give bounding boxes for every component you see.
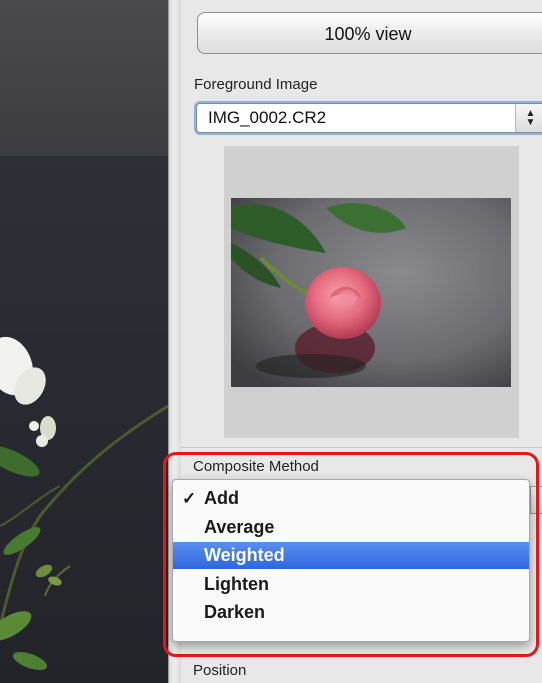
menu-item-weighted[interactable]: Weighted xyxy=(173,542,529,569)
menu-item-label: Weighted xyxy=(204,545,285,565)
section-divider xyxy=(181,447,542,448)
checkmark-icon: ✓ xyxy=(182,489,197,508)
composite-method-select-edge[interactable] xyxy=(530,486,542,514)
composite-method-menu: ✓ Add Average Weighted Lighten Darken xyxy=(172,479,530,642)
menu-item-darken[interactable]: Darken xyxy=(173,599,529,626)
menu-item-label: Lighten xyxy=(204,574,269,594)
menu-item-add[interactable]: ✓ Add xyxy=(173,485,529,512)
menu-item-label: Add xyxy=(204,488,239,508)
menu-item-average[interactable]: Average xyxy=(173,514,529,541)
position-label: Position xyxy=(193,662,247,679)
100-percent-view-button[interactable]: 100% view xyxy=(197,12,542,54)
composite-method-label: Composite Method xyxy=(193,458,319,475)
foreground-image-select[interactable]: IMG_0002.CR2 ▲ ▼ xyxy=(196,103,542,133)
composite-tool-window: 100% view Foreground Image IMG_0002.CR2 … xyxy=(0,0,542,683)
flower-stem-illustration xyxy=(0,336,168,671)
menu-item-label: Darken xyxy=(204,602,266,622)
menu-item-lighten[interactable]: Lighten xyxy=(173,571,529,598)
up-down-arrows-icon[interactable]: ▲ ▼ xyxy=(515,104,542,132)
foreground-thumbnail-image xyxy=(231,198,511,387)
foreground-image-label: Foreground Image xyxy=(194,76,318,93)
preview-top-region xyxy=(0,0,168,156)
image-preview-area xyxy=(0,0,168,683)
foreground-image-value: IMG_0002.CR2 xyxy=(208,108,327,127)
menu-item-label: Average xyxy=(204,517,275,537)
